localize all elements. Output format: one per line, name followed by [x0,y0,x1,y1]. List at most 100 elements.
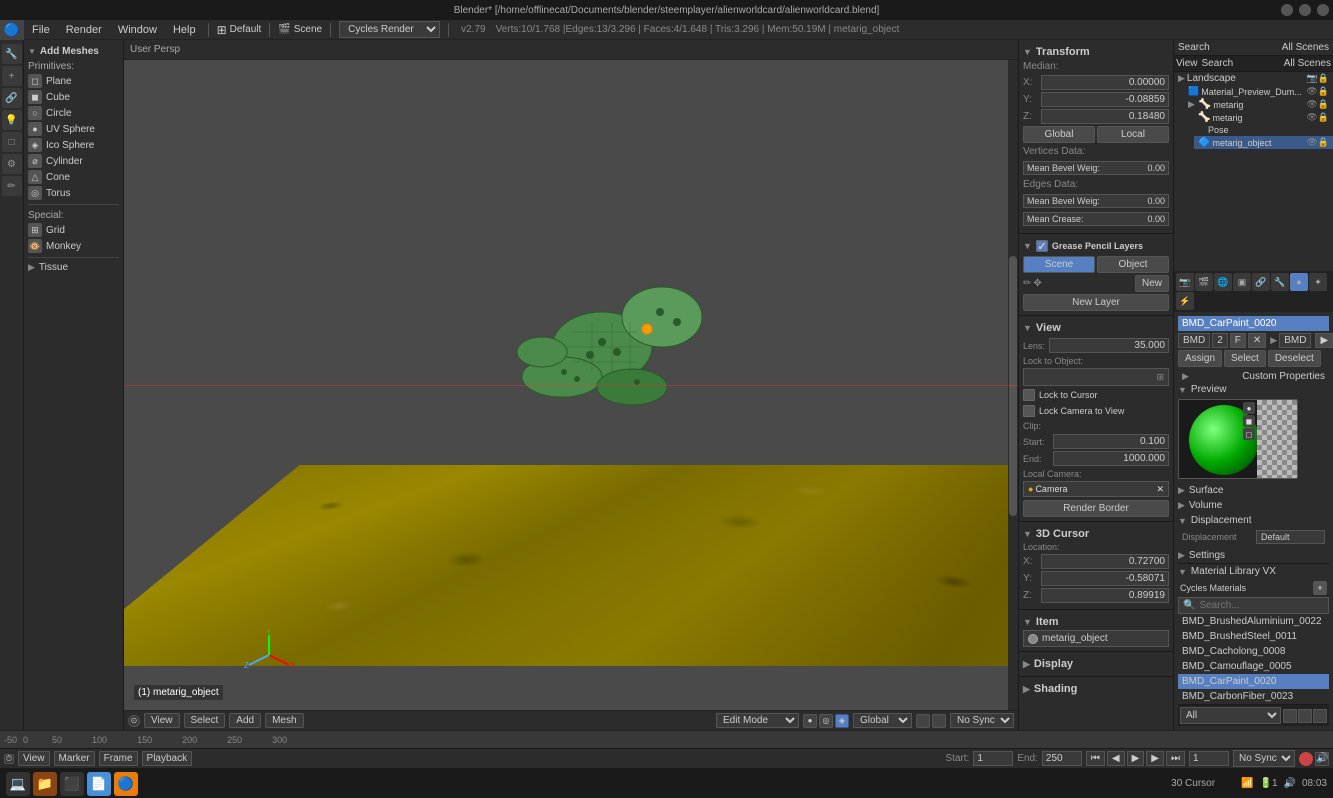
tissue-item[interactable]: ▶ Tissue [28,261,119,274]
pivot-dropdown[interactable]: Global Local Normal [853,713,912,728]
modifiers-icon[interactable]: 🔧 [1271,273,1289,291]
gp-new-btn[interactable]: New [1135,275,1169,292]
mat-item-4[interactable]: BMD_CarPaint_0020 [1178,674,1329,689]
system-icon[interactable]: 💻 [6,772,30,796]
jump-start-btn[interactable]: ⏮ [1086,751,1105,766]
add-meshes-header[interactable]: ▼ Add Meshes [28,44,119,59]
cursor-z-input[interactable]: 0.89919 [1041,588,1169,603]
deselect-btn[interactable]: Deselect [1268,350,1321,367]
outline-pose[interactable]: Pose [1204,124,1333,136]
displacement-mode-select[interactable]: Default [1256,530,1325,544]
view-collapse[interactable]: ▼ [1023,323,1032,333]
settings-expand[interactable]: ▶ [1178,550,1185,561]
mesh-btn[interactable]: Mesh [265,713,303,728]
outline-view-btn[interactable]: View [1176,58,1198,69]
toolbar-create-icon[interactable]: + [2,66,22,86]
outline-metarig-object[interactable]: 🔷 metarig_object 👁🔒 [1194,136,1333,149]
shading-collapse[interactable]: ▶ [1023,684,1030,695]
volume-expand[interactable]: ▶ [1178,500,1185,511]
minimize-btn[interactable] [1281,4,1293,16]
timeline-marker-btn[interactable]: Marker [54,751,95,766]
select-btn[interactable]: Select [1224,350,1266,367]
mat-item-5[interactable]: BMD_CarbonFiber_0023 [1178,689,1329,704]
bmd-x-btn[interactable]: ✕ [1248,333,1266,348]
list-add-btn[interactable] [1313,709,1327,723]
gp-scene-btn[interactable]: Scene [1023,256,1095,273]
render-engine-select[interactable]: Cycles Render Blender Render Blender Gam… [339,21,440,38]
outline-metarig[interactable]: ▶ 🦴 metarig 👁🔒 [1184,98,1333,111]
transform-collapse[interactable]: ▼ [1023,47,1032,57]
surface-header[interactable]: ▶ Surface [1178,483,1329,498]
cycles-add-btn[interactable]: + [1313,581,1327,595]
outline-search-btn[interactable]: Search [1202,58,1234,69]
display-collapse[interactable]: ▶ [1023,659,1030,670]
filter-dropdown[interactable]: All [1180,707,1281,724]
start-frame-input[interactable] [973,751,1013,766]
gp-new-layer-btn[interactable]: New Layer [1023,294,1169,311]
mesh-monkey[interactable]: 🐵 Monkey [28,238,119,254]
toolbar-relations-icon[interactable]: 🔗 [2,88,22,108]
scrollbar-thumb[interactable] [1009,256,1017,516]
local-btn[interactable]: Local [1097,126,1169,143]
particles-icon[interactable]: ✦ [1309,273,1327,291]
mesh-cylinder[interactable]: ⌀ Cylinder [28,153,119,169]
close-btn[interactable] [1317,4,1329,16]
lens-input[interactable]: 35.000 [1049,338,1169,353]
mean-crease-input[interactable]: Mean Crease: 0.00 [1023,212,1169,226]
toolbar-options-icon[interactable]: ⚙ [2,154,22,174]
cursor-collapse[interactable]: ▼ [1023,529,1032,539]
bmd-num[interactable]: 2 [1212,333,1228,348]
timeline-view-btn[interactable]: View [18,751,50,766]
timeline-playback-btn[interactable]: Playback [142,751,193,766]
toolbar-uv-icon[interactable]: □ [2,132,22,152]
mesh-grid[interactable]: ⊞ Grid [28,222,119,238]
sync-select[interactable]: No Sync [1233,750,1295,767]
solid-shading-btn[interactable]: ● [803,714,817,728]
record-btn[interactable] [1299,752,1313,766]
terminal-icon[interactable]: ⬛ [60,772,84,796]
blender-icon[interactable]: 🔵 [114,772,138,796]
assign-btn[interactable]: Assign [1178,350,1222,367]
z-value[interactable]: 0.18480 [1041,109,1169,124]
mean-bevel-input2[interactable]: Mean Bevel Weig: 0.00 [1023,194,1169,208]
cursor-y-input[interactable]: -0.58071 [1041,571,1169,586]
volume-header[interactable]: ▶ Volume [1178,498,1329,513]
y-value[interactable]: -0.08859 [1041,92,1169,107]
gp-collapse[interactable]: ▼ [1023,241,1032,251]
sync-dropdown[interactable]: No Sync [950,713,1014,728]
material-prop-icon[interactable]: ● [1290,273,1308,291]
bmd-car-paint-btn[interactable]: ▶ [1315,333,1333,348]
mat-item-0[interactable]: BMD_BrushedAluminium_0022 [1178,614,1329,629]
proportional-btn[interactable] [932,714,946,728]
end-frame-input[interactable] [1042,751,1082,766]
menu-help[interactable]: Help [165,20,204,40]
bmd-f-btn[interactable]: F [1230,333,1246,348]
material-search-input[interactable] [1199,600,1324,611]
material-search-bar[interactable]: 🔍 [1178,597,1329,614]
toolbar-grease-icon[interactable]: ✏ [2,176,22,196]
mat-item-2[interactable]: BMD_Cacholong_0008 [1178,644,1329,659]
menu-window[interactable]: Window [110,20,165,40]
list-up-btn[interactable] [1283,709,1297,723]
surface-expand[interactable]: ▶ [1178,485,1185,496]
maximize-btn[interactable] [1299,4,1311,16]
prev-frame-btn[interactable]: ◀ [1107,751,1125,766]
texture-shading-btn[interactable]: ◈ [835,714,849,728]
object-icon[interactable]: ▣ [1233,273,1251,291]
play-btn[interactable]: ▶ [1127,751,1145,766]
snap-btn[interactable] [916,714,930,728]
viewport-3d[interactable]: User Persp [124,40,1018,730]
plane-preview-btn[interactable]: ◻ [1243,428,1255,440]
add-btn[interactable]: Add [229,713,261,728]
cube-preview-btn[interactable]: ◼ [1243,415,1255,427]
mat-item-3[interactable]: BMD_Camouflage_0005 [1178,659,1329,674]
mesh-circle[interactable]: ○ Circle [28,105,119,121]
mode-dropdown[interactable]: Edit Mode Object Mode Sculpt Mode [716,713,799,728]
sphere-preview-btn[interactable]: ● [1243,402,1255,414]
mesh-torus[interactable]: ◎ Torus [28,185,119,201]
lock-cursor-checkbox[interactable] [1023,389,1035,401]
preview-expand-btn[interactable]: ▼ [1178,385,1187,395]
mesh-icosphere[interactable]: ◈ Ico Sphere [28,137,119,153]
global-btn[interactable]: Global [1023,126,1095,143]
outline-metarig-mesh[interactable]: 🦴 metarig 👁🔒 [1194,111,1333,124]
